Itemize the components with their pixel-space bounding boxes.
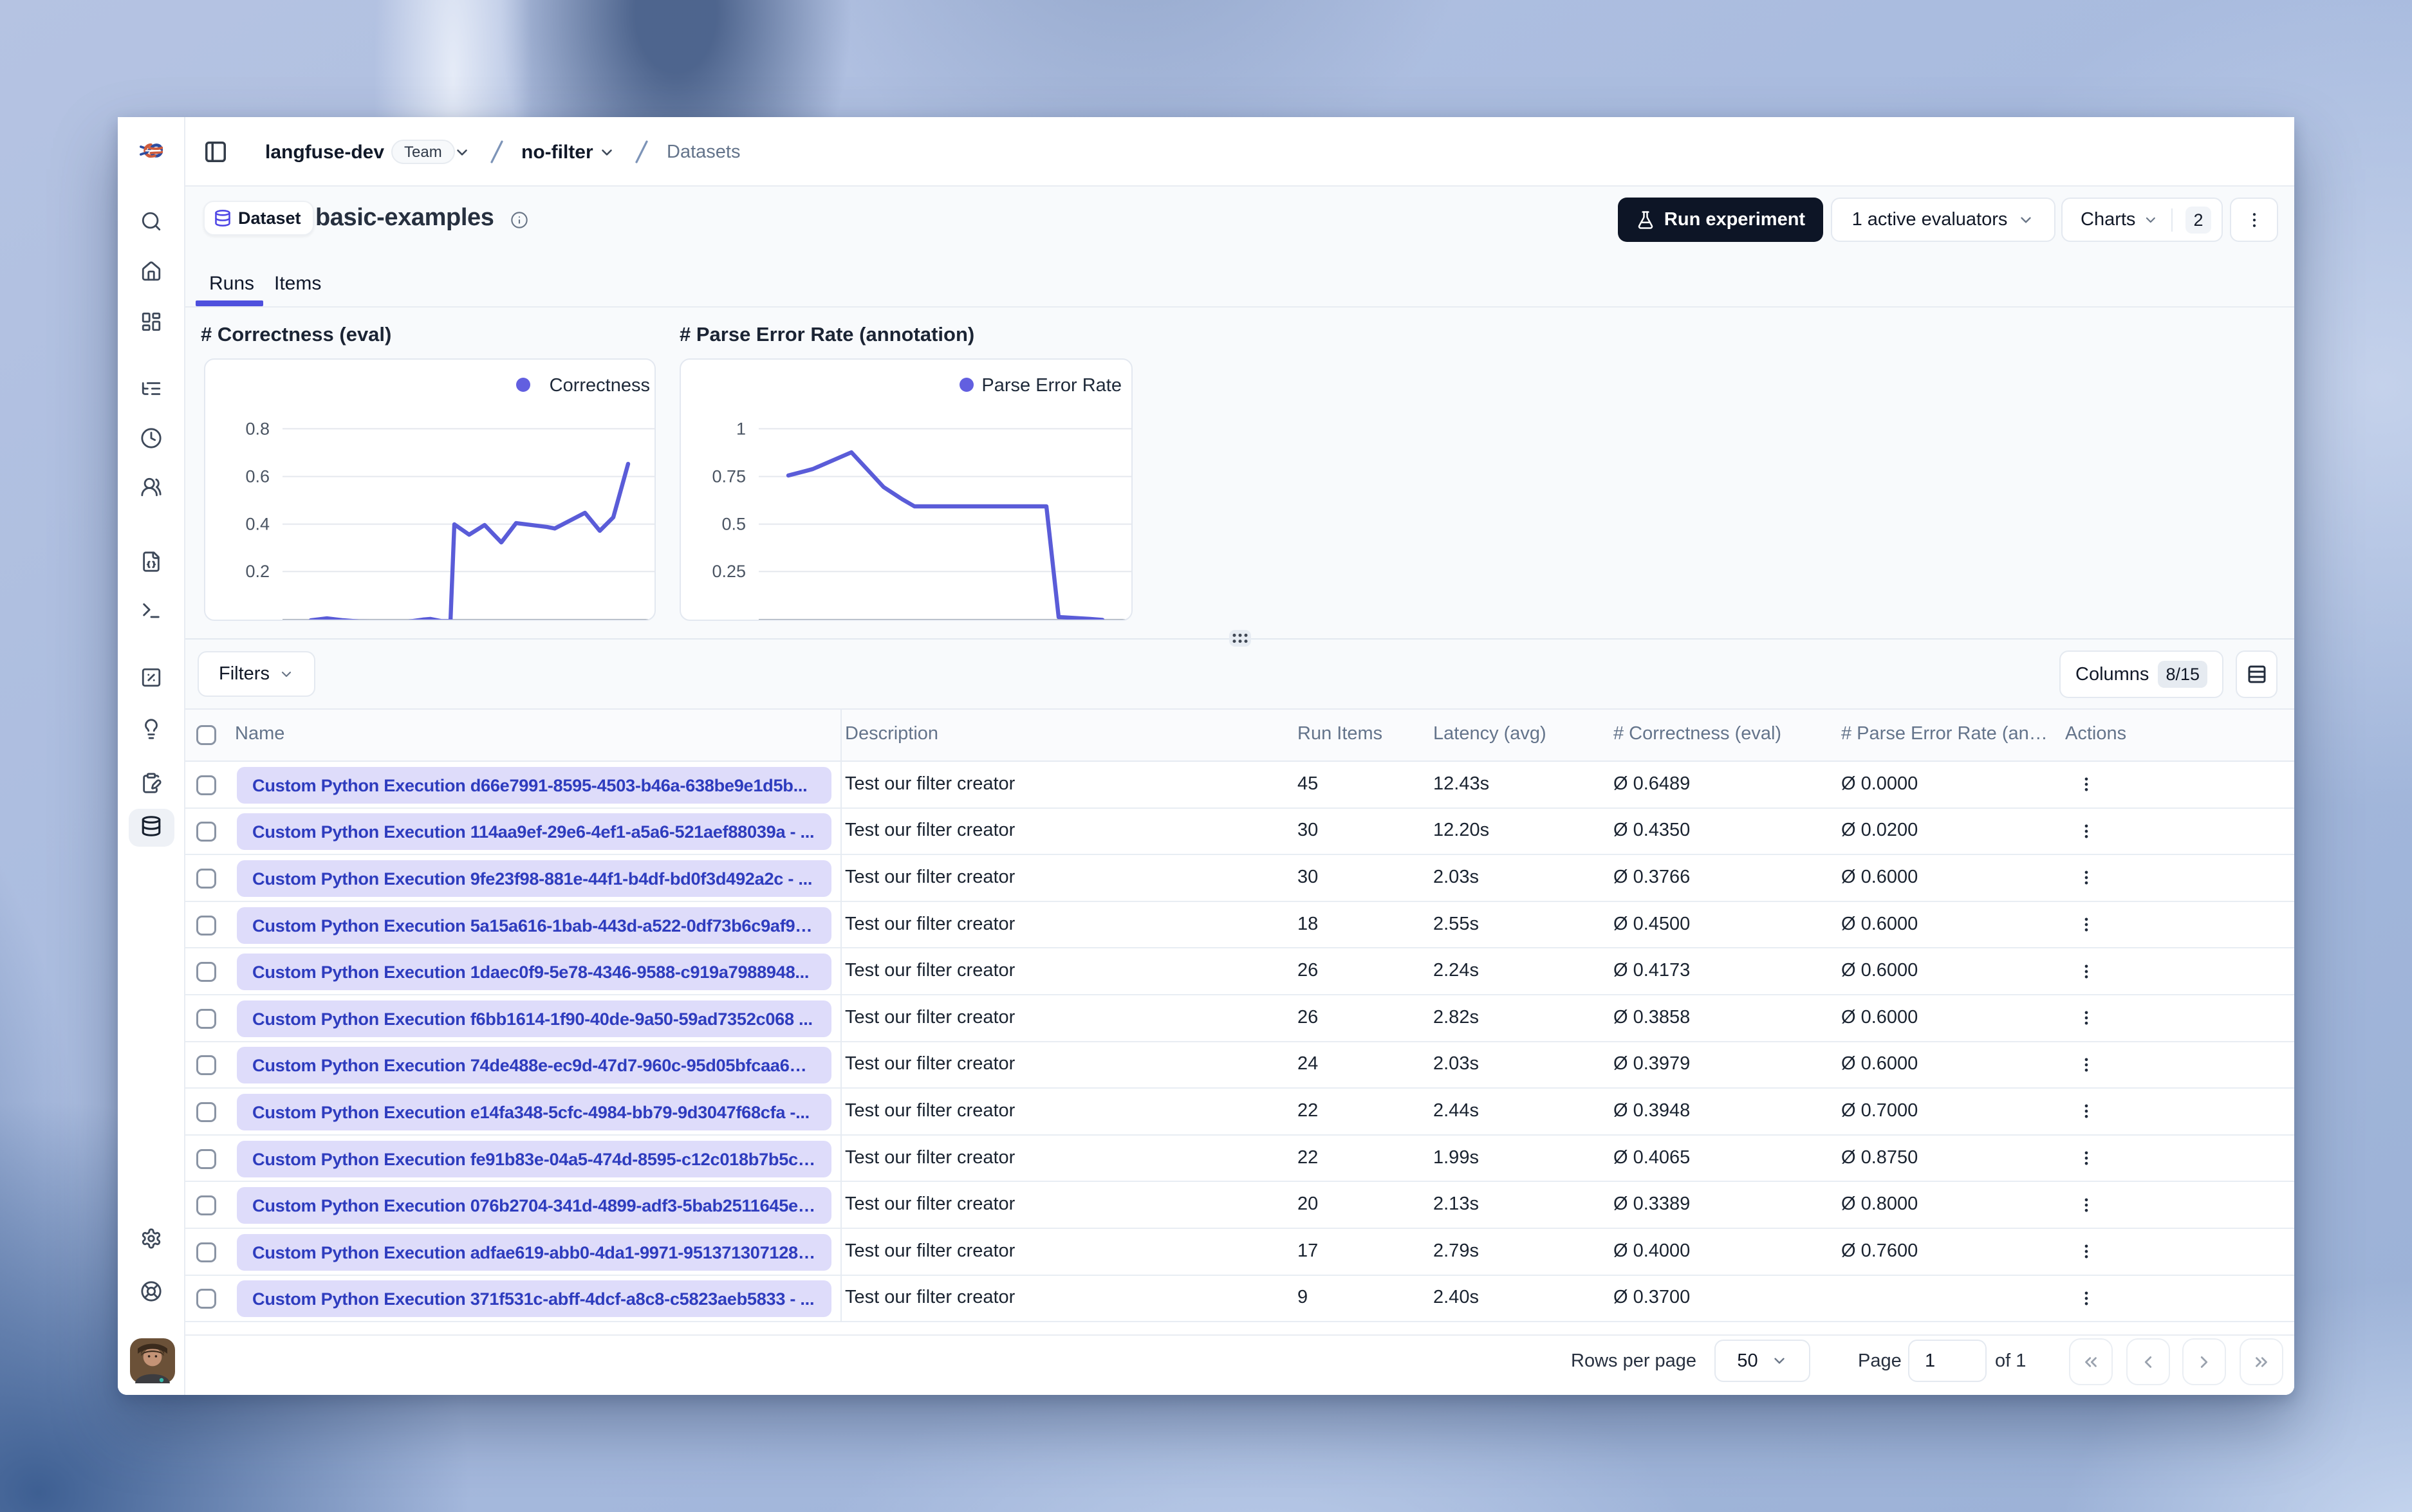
svg-text:0.5: 0.5: [721, 515, 746, 534]
svg-text:0.2: 0.2: [245, 562, 270, 581]
svg-text:Parse Error Rate: Parse Error Rate: [981, 375, 1122, 396]
svg-text:0.25: 0.25: [712, 562, 746, 581]
svg-text:0.75: 0.75: [712, 467, 746, 486]
svg-text:0.4: 0.4: [245, 515, 270, 534]
svg-text:0.8: 0.8: [245, 419, 270, 438]
svg-text:Correctness: Correctness: [550, 375, 650, 396]
svg-text:1: 1: [736, 419, 746, 438]
svg-text:0.6: 0.6: [245, 467, 270, 486]
